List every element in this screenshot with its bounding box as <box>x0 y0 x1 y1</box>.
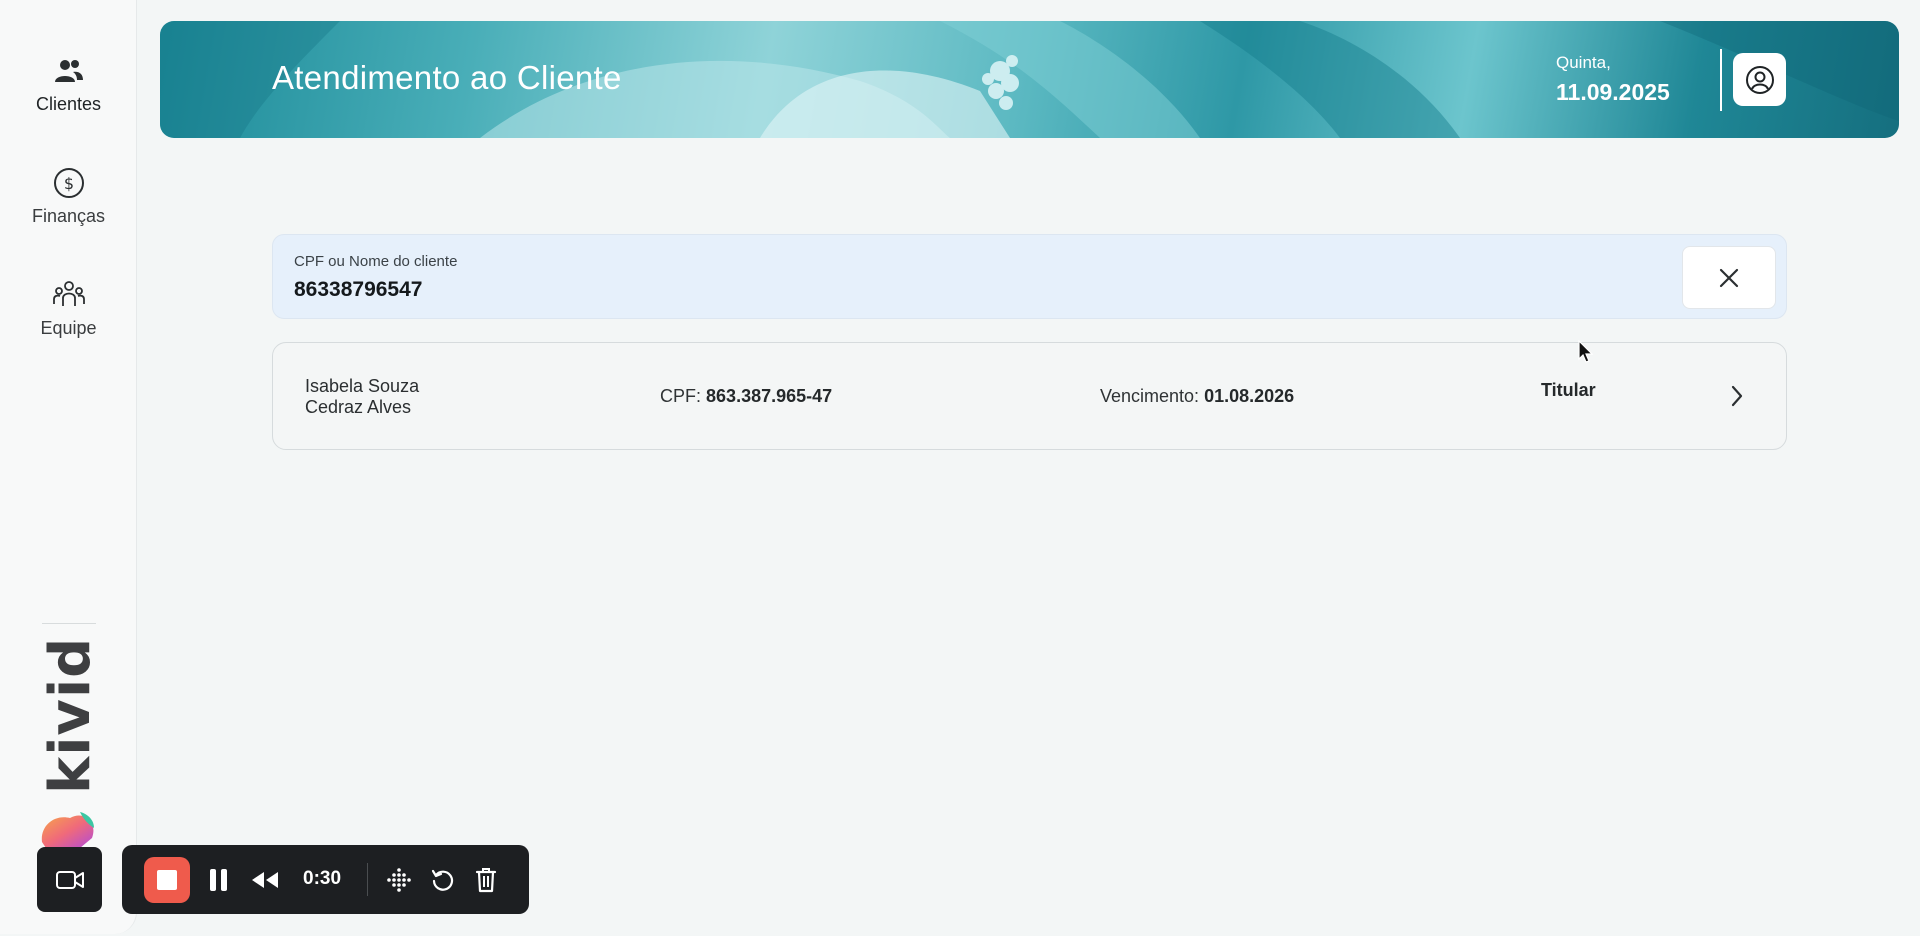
client-name: Isabela Souza Cedraz Alves <box>305 376 419 418</box>
page-title: Atendimento ao Cliente <box>272 59 622 96</box>
weekday-label: Quinta, <box>1556 53 1611 72</box>
chevron-right-icon[interactable] <box>1729 383 1745 409</box>
svg-text:$: $ <box>63 174 73 193</box>
client-result-row[interactable]: Isabela Souza Cedraz Alves CPF: 863.387.… <box>272 342 1787 450</box>
close-icon <box>1719 268 1739 287</box>
search-label: CPF ou Nome do cliente <box>294 253 458 270</box>
trash-icon[interactable] <box>474 866 498 894</box>
dollar-circle-icon: $ <box>52 166 86 200</box>
sidebar-item-financas[interactable]: $ Finanças <box>0 166 137 227</box>
expiry-value: 01.08.2026 <box>1204 386 1295 406</box>
sidebar-divider <box>42 623 96 624</box>
recording-timer: 0:30 <box>303 868 342 889</box>
camera-toggle-button[interactable] <box>37 847 102 912</box>
client-cpf: CPF: 863.387.965-47 <box>660 386 832 407</box>
users-icon <box>52 54 86 88</box>
mouse-cursor-icon <box>1578 340 1594 363</box>
header-banner: Atendimento ao Cliente Quinta, 11.09.202… <box>160 21 1899 138</box>
cpf-value: 863.387.965-47 <box>706 386 833 406</box>
stop-recording-button[interactable] <box>144 857 190 903</box>
pause-icon[interactable] <box>208 867 230 893</box>
client-name-line1: Isabela Souza <box>305 376 420 396</box>
sidebar-item-clientes[interactable]: Clientes <box>0 54 137 115</box>
stop-icon <box>157 870 177 890</box>
team-icon <box>52 278 86 312</box>
sidebar-item-label: Equipe <box>40 318 97 338</box>
client-name-line2: Cedraz Alves <box>305 397 412 417</box>
cpf-label: CPF: <box>660 386 702 406</box>
clear-search-button[interactable] <box>1682 246 1776 309</box>
client-expiry: Vencimento: 01.08.2026 <box>1100 386 1294 407</box>
restart-icon[interactable] <box>431 868 455 892</box>
grid-dots-icon[interactable] <box>387 868 411 892</box>
flower-decoration <box>982 55 1019 110</box>
brand-logo-mark <box>41 812 94 848</box>
brand-logo-text: kivid <box>38 636 103 794</box>
sidebar: Clientes $ Finanças Equipe kivid <box>0 0 137 934</box>
profile-button[interactable] <box>1733 53 1786 106</box>
expiry-label: Vencimento: <box>1100 386 1200 406</box>
header-divider <box>1720 49 1722 111</box>
current-date: 11.09.2025 <box>1556 79 1670 105</box>
toolbar-divider <box>367 863 368 896</box>
sidebar-item-label: Clientes <box>35 94 102 114</box>
rewind-icon[interactable] <box>250 870 280 890</box>
client-search-field[interactable]: CPF ou Nome do cliente <box>272 234 1787 319</box>
recording-toolbar: 0:30 <box>122 845 529 914</box>
sidebar-item-equipe[interactable]: Equipe <box>0 278 137 339</box>
sidebar-item-label: Finanças <box>31 206 106 226</box>
video-camera-icon <box>55 870 84 889</box>
search-input[interactable] <box>294 275 1594 305</box>
user-circle-icon <box>1745 65 1774 94</box>
client-role: Titular <box>1541 380 1596 400</box>
